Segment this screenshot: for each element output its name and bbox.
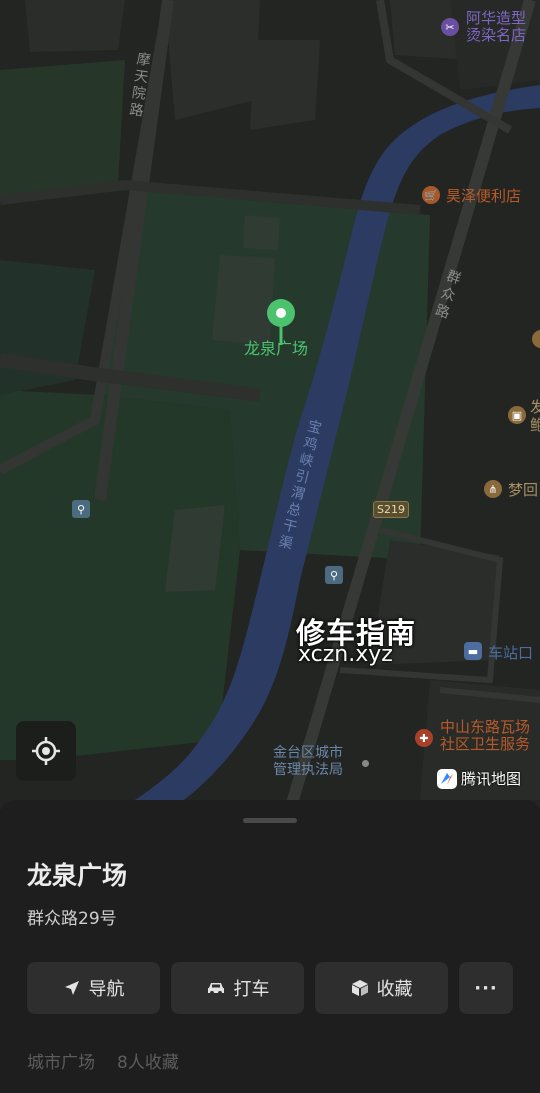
map-canvas [0, 0, 540, 810]
poi-jintai[interactable]: 金台区城市 管理执法局 [273, 745, 343, 779]
place-name: 龙泉广场 [27, 861, 128, 890]
route-badge: S219 [373, 501, 409, 518]
canal-char: 宝 [305, 418, 324, 438]
pin-label: 龙泉广场 [244, 339, 309, 358]
poi-edge-label: 发鲍 [530, 398, 540, 434]
poi-haoze[interactable]: 昊泽便利店 [446, 185, 521, 206]
canal-char: 干 [281, 517, 299, 537]
map-brand: 腾讯地图 [437, 768, 521, 789]
poi-zhongshan-line2: 社区卫生服务 [440, 735, 531, 753]
more-button[interactable]: ··· [459, 962, 513, 1014]
navigation-arrow-icon [64, 981, 79, 995]
poi-bus-station[interactable]: 车站口 [488, 642, 533, 663]
place-meta: 城市广场 8人收藏 [27, 1048, 179, 1073]
restroom-icon: ⚲ [325, 566, 343, 584]
poi-edge-char: 发 [530, 398, 540, 416]
poi-menghui[interactable]: 梦回 [508, 479, 538, 500]
place-detail-sheet[interactable]: 龙泉广场 群众路29号 导航 打车 收藏 ··· 城市广场 8人收藏 [0, 800, 540, 1093]
bus-icon: ▬ [464, 642, 482, 660]
canal-char: 引 [293, 467, 311, 487]
salon-icon: ✂ [441, 18, 459, 36]
more-icon: ··· [474, 977, 498, 999]
poi-jintai-line1: 金台区城市 [273, 745, 343, 761]
restroom-icon: ⚲ [72, 500, 90, 518]
poi-zhongshan[interactable]: 中山东路瓦场 社区卫生服务 [440, 719, 530, 753]
shop-icon: 🛒 [422, 186, 440, 204]
poi-ahua-line2: 烫染名店 [466, 26, 527, 44]
road-char: 天 [133, 68, 150, 86]
sheet-drag-handle[interactable] [243, 818, 297, 823]
favorite-button[interactable]: 收藏 [315, 962, 448, 1014]
map-brand-label: 腾讯地图 [461, 770, 522, 788]
road-char: 路 [128, 101, 145, 120]
place-favorites-count: 8人收藏 [117, 1053, 179, 1073]
food-icon: ⋔ [484, 480, 502, 498]
road-char: 院 [130, 85, 147, 103]
taxi-label: 打车 [233, 979, 270, 1000]
map-view[interactable]: 摩天院路 群众路 宝鸡峡引渭总干渠 S219 龙泉广场 ✂ 阿华造型 烫染名店 🛒… [0, 0, 540, 810]
watermark-url: xczn.xyz [298, 642, 393, 667]
hospital-icon: ✚ [415, 729, 433, 747]
navigate-button[interactable]: 导航 [27, 962, 160, 1014]
road-char: 摩 [135, 51, 152, 70]
favorite-label: 收藏 [376, 979, 413, 1000]
poi-ahua[interactable]: 阿华造型 烫染名店 [466, 10, 526, 44]
navigate-label: 导航 [88, 979, 125, 1000]
canal-char: 峡 [297, 451, 316, 471]
poi-jintai-line2: 管理执法局 [273, 762, 343, 778]
canal-char: 渭 [289, 484, 307, 504]
poi-ahua-line1: 阿华造型 [466, 9, 527, 27]
box-icon [351, 980, 368, 996]
canal-char: 鸡 [301, 434, 320, 454]
taxi-button[interactable]: 打车 [171, 962, 304, 1014]
canal-char: 渠 [276, 533, 295, 553]
canal-char: 总 [285, 500, 303, 520]
car-icon [207, 983, 224, 995]
locate-button[interactable] [16, 721, 76, 781]
poi-zhongshan-line1: 中山东路瓦场 [440, 718, 531, 736]
place-category: 城市广场 [27, 1053, 95, 1073]
store-icon: ▣ [508, 406, 526, 424]
tencent-map-logo-icon [437, 768, 457, 789]
poi-dot [362, 760, 369, 767]
place-address: 群众路29号 [27, 909, 117, 929]
poi-edge-char2: 鲍 [530, 416, 540, 434]
crosshair-icon [32, 737, 60, 765]
